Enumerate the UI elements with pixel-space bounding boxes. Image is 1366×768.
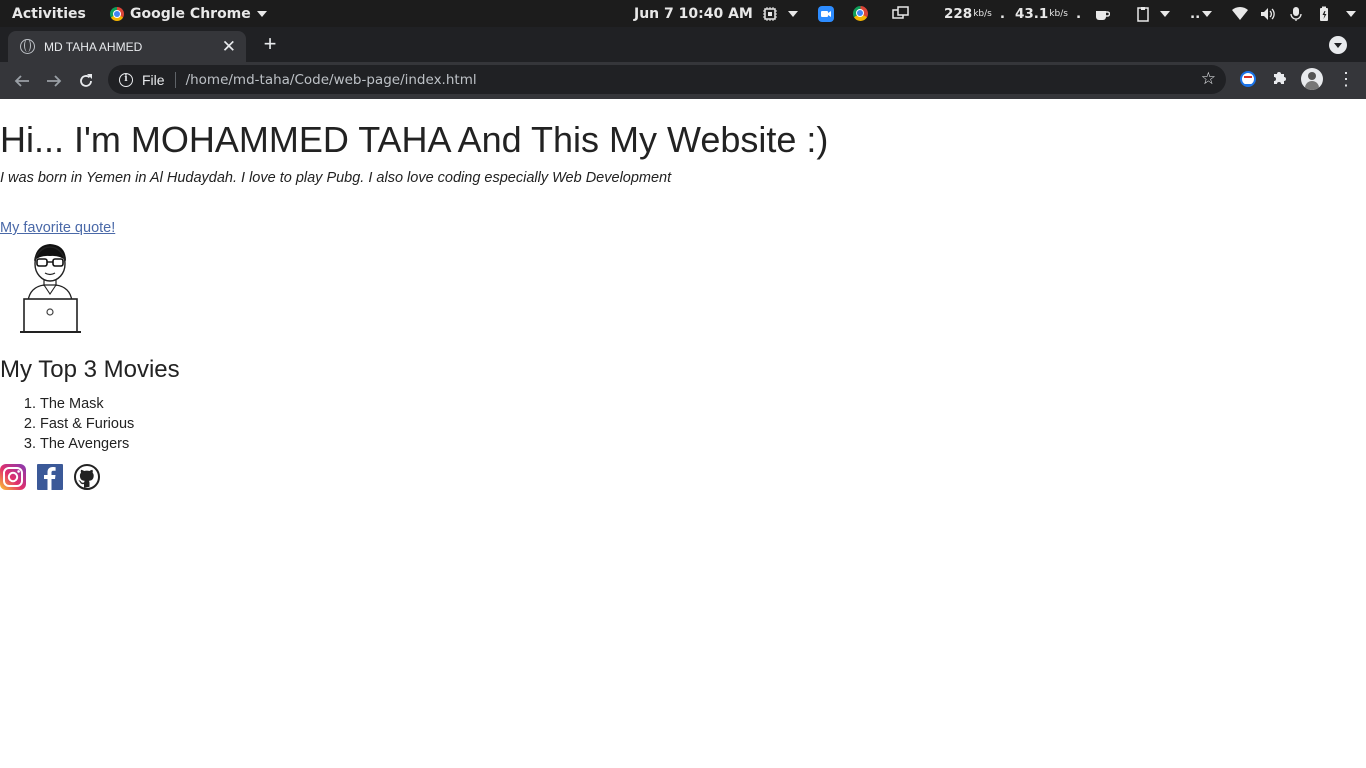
browser-toolbar: i File /home/md-taha/Code/web-page/index… [0,62,1366,99]
bio-text: I was born in Yemen in Al Hudaydah. I lo… [0,170,672,186]
facebook-icon[interactable] [37,464,63,490]
speed-separator: . [1075,5,1082,22]
coffee-cup-icon [1096,10,1110,20]
system-top-bar: Activities Google Chrome Jun 7 10:40 AM … [0,0,1366,27]
speed-separator: . [999,5,1005,22]
puzzle-icon[interactable] [1272,69,1288,89]
url-text[interactable]: /home/md-taha/Code/web-page/index.html [186,72,477,88]
status-menu[interactable] [1232,0,1356,27]
star-icon[interactable]: ☆ [1201,69,1216,89]
profile-portrait-image [20,244,81,333]
github-icon[interactable] [74,464,100,490]
clipboard-icon [1137,6,1149,22]
chrome-tray[interactable] [853,0,868,27]
caffeine-tray[interactable] [1094,0,1110,27]
video-camera-icon [818,5,834,22]
windows-tray[interactable] [892,0,910,27]
cpu-monitor[interactable] [762,0,778,27]
browser-tab[interactable]: MD TAHA AHMED ✕ [8,31,246,62]
chevron-down-icon [788,10,798,17]
movies-heading: My Top 3 Movies [0,356,180,383]
grammarly-icon[interactable] [1240,71,1256,87]
omnibox-divider [174,71,176,88]
upload-speed: 43.1 [1014,5,1049,22]
address-bar[interactable]: i File /home/md-taha/Code/web-page/index… [108,65,1226,94]
list-item: Fast & Furious [40,415,134,435]
extensions-overflow[interactable]: .. [1190,0,1200,27]
wifi-icon [1232,6,1248,20]
activities-button[interactable]: Activities [12,0,86,27]
tab-title: MD TAHA AHMED [44,39,143,54]
reload-icon [80,74,92,87]
movies-list: The Mask Fast & Furious The Avengers [40,395,134,455]
more-menu-icon[interactable]: ⋮ [1337,68,1355,90]
download-unit: kb/s [973,8,992,19]
close-icon[interactable]: ✕ [222,38,236,55]
favorite-quote-link[interactable]: My favorite quote! [0,220,115,236]
profile-avatar[interactable] [1301,68,1323,90]
instagram-icon[interactable] [0,464,26,490]
social-links [0,464,100,490]
forward-button[interactable] [40,67,68,95]
clipboard-tray[interactable] [1135,0,1151,27]
microphone-icon [1290,6,1302,21]
overflow-dropdown[interactable] [1202,0,1212,27]
chevron-down-icon [1346,10,1356,17]
overflow-label: .. [1190,5,1201,22]
tab-search-icon[interactable] [1329,36,1347,54]
arrow-left-icon [14,75,29,87]
extensions-icon [1274,72,1286,84]
chrome-icon [110,6,124,21]
volume-icon [1261,7,1275,20]
scheme-label: File [142,71,165,88]
back-button[interactable] [8,67,36,95]
list-item: The Avengers [40,435,134,455]
chrome-icon [853,6,868,21]
cpu-icon [763,6,777,21]
page-title: Hi... I'm MOHAMMED TAHA And This My Webs… [0,119,829,160]
cpu-dropdown[interactable] [788,0,798,27]
battery-icon [1320,6,1328,21]
chevron-down-icon [1202,10,1212,17]
windows-icon [892,5,909,19]
clipboard-dropdown[interactable] [1160,0,1170,27]
list-item: The Mask [40,395,134,415]
chevron-down-icon [256,10,267,17]
reload-button[interactable] [72,67,100,95]
app-menu-label: Google Chrome [130,5,251,22]
download-speed: 228 [944,5,973,22]
web-page: Hi... I'm MOHAMMED TAHA And This My Webs… [0,99,1366,768]
clock[interactable]: Jun 7 10:40 AM [634,0,753,27]
arrow-right-icon [47,75,62,87]
upload-unit: kb/s [1049,8,1068,19]
chevron-down-icon [1160,10,1170,17]
new-tab-button[interactable]: + [258,33,282,57]
zoom-tray[interactable] [818,0,834,27]
app-menu[interactable]: Google Chrome [110,0,267,27]
globe-icon [20,38,35,54]
tab-strip: MD TAHA AHMED ✕ + [0,27,1366,62]
network-speed[interactable]: 228 kb/s . 43.1 kb/s . [944,0,1081,27]
info-icon[interactable]: i [119,72,133,87]
